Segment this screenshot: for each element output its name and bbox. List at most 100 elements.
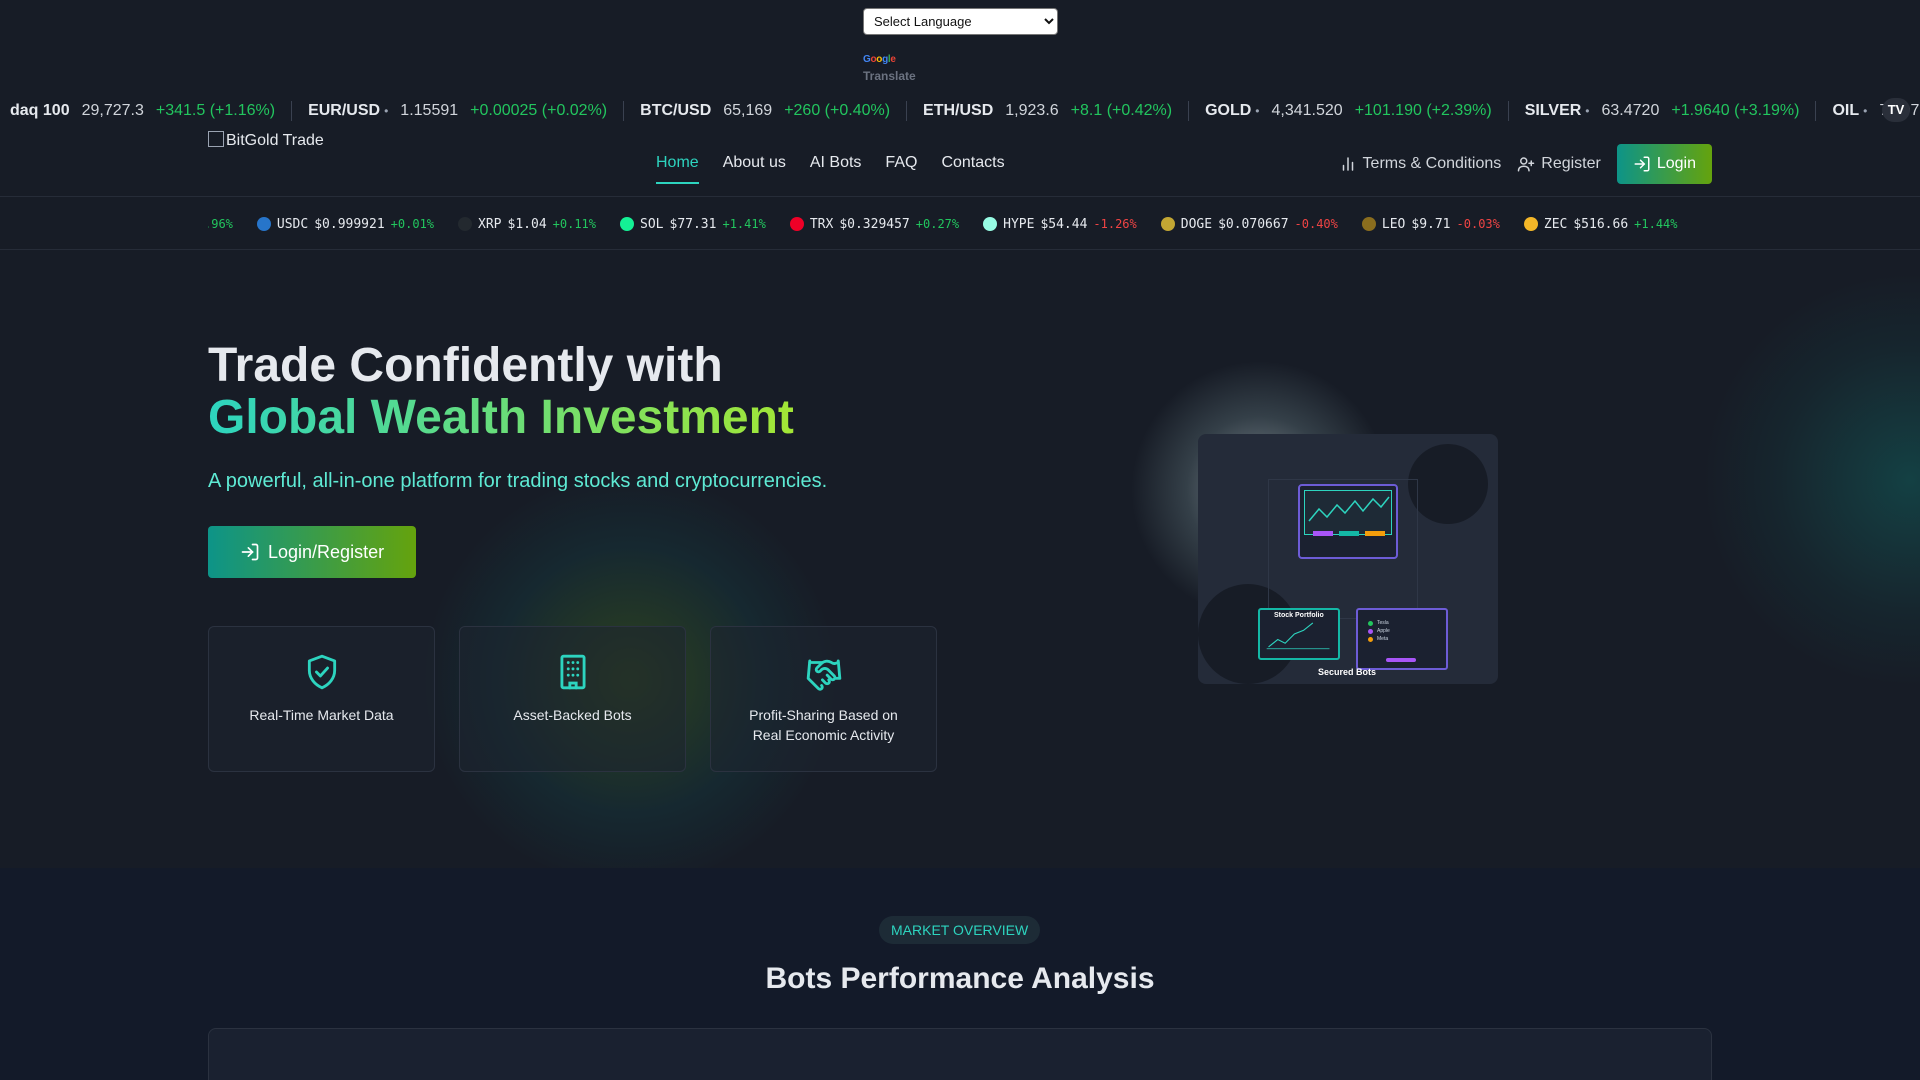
bot-list-row: Meta (1368, 636, 1446, 642)
crypto-symbol: DOGE (1180, 216, 1213, 232)
nav-item-faq[interactable]: FAQ (885, 154, 917, 184)
sol-icon (620, 217, 635, 231)
handshake-icon (806, 659, 841, 691)
nav-item-ai-bots[interactable]: AI Bots (810, 154, 862, 184)
translate-label: Translate (863, 69, 916, 83)
section-title: Bots Performance Analysis (765, 962, 1155, 995)
crypto-ticker-item[interactable]: SOL $77.31 +1.41% (620, 217, 766, 232)
crypto-symbol: USDC (276, 216, 309, 232)
ticker-change: +341.5 (+1.16%) (155, 102, 276, 119)
google-letter: e (890, 54, 896, 65)
crypto-change: +0.01% (390, 217, 435, 231)
nav-item-about-us[interactable]: About us (723, 154, 786, 184)
crypto-symbol: TRX (809, 216, 834, 232)
feature-card-profit-sharing: Profit-Sharing Based on Real Economic Ac… (710, 626, 937, 772)
crypto-ticker-item[interactable]: HYPE $54.44 -1.26% (983, 217, 1137, 232)
crypto-symbol: SOL (640, 216, 664, 232)
leo-icon (1361, 217, 1376, 231)
market-status-dot: • (384, 104, 389, 118)
trx-icon (789, 217, 804, 231)
brand-logo-alt-text: BitGold Trade (226, 132, 324, 149)
crypto-ticker-item[interactable]: USDC $0.999921 +0.01% (256, 216, 435, 232)
feature-label: Profit-Sharing Based on Real Economic Ac… (749, 707, 898, 743)
ticker-symbol: SILVER (1524, 102, 1582, 119)
crypto-change: -0.40% (1294, 217, 1338, 231)
register-link[interactable]: Register (1517, 155, 1601, 173)
ticker-price: 29,727.3 (81, 102, 144, 119)
zec-icon (1523, 217, 1538, 231)
crypto-change: -0.03% (1456, 217, 1500, 231)
crypto-price: $77.31 (669, 216, 717, 232)
ticker-price: 1.15591 (400, 102, 459, 119)
ticker-price: 63.4720 (1601, 102, 1660, 119)
crypto-change: .96% (208, 217, 233, 231)
crypto-change: -1.26% (1093, 217, 1137, 231)
crypto-symbol: ZEC (1543, 216, 1568, 232)
feature-label: Real-Time Market Data (249, 707, 394, 723)
doge-icon (1160, 217, 1175, 231)
decorative-circle (1408, 444, 1488, 524)
ticker-change: +1.9640 (+3.19%) (1671, 102, 1800, 119)
market-status-dot: • (1863, 104, 1868, 118)
hero-illustration: Stock Portfolio Tesla Apple Meta Secured… (1198, 434, 1498, 684)
bot-list-illustration: Tesla Apple Meta (1356, 608, 1448, 670)
status-dot (1368, 620, 1373, 626)
ticker-symbol: EUR/USD (308, 102, 381, 119)
ticker-symbol: GOLD (1205, 102, 1252, 119)
login-icon (1634, 156, 1650, 172)
feature-card-asset-backed: Asset-Backed Bots (459, 626, 686, 772)
crypto-price: $0.329457 (839, 216, 910, 232)
tradingview-logo-icon[interactable]: TV (1882, 98, 1910, 122)
bot-list-row-label: Apple (1377, 628, 1390, 634)
ticker-symbol: ETH/USD (923, 102, 994, 119)
terms-link-label: Terms & Conditions (1362, 155, 1502, 172)
secured-bots-label: Secured Bots (1318, 667, 1377, 677)
login-button[interactable]: Login (1616, 144, 1712, 184)
feature-card-market-data: Real-Time Market Data (208, 626, 435, 772)
hero-title-highlight: Global Wealth Investment (208, 391, 794, 444)
background-glow (1700, 270, 1920, 690)
brand-logo[interactable]: BitGold Trade (208, 131, 324, 150)
ticker-change: +8.1 (+0.42%) (1070, 102, 1173, 119)
stock-portfolio-illustration: Stock Portfolio (1258, 608, 1340, 660)
crypto-change: +0.11% (552, 217, 597, 231)
user-plus-icon (1518, 157, 1535, 172)
crypto-ticker-item[interactable]: TRX $0.329457 +0.27% (789, 216, 959, 232)
ticker-item[interactable]: GOLD • 4,341.520 +101.190 (+2.39%) (1189, 101, 1509, 121)
ticker-item[interactable]: SILVER • 63.4720 +1.9640 (+3.19%) (1509, 101, 1817, 121)
nav-item-home[interactable]: Home (656, 154, 699, 184)
crypto-ticker-item[interactable]: LEO $9.71 -0.03% (1361, 216, 1500, 232)
market-status-dot: • (1585, 104, 1590, 118)
login-register-button[interactable]: Login/Register (208, 526, 417, 578)
header-actions: Terms & Conditions Register Login (1339, 144, 1712, 184)
ticker-item[interactable]: daq 100 29,727.3 +341.5 (+1.16%) (0, 101, 293, 121)
crypto-ticker-item[interactable]: ZEC $516.66 +1.44% (1523, 216, 1678, 232)
feature-label: Asset-Backed Bots (513, 707, 632, 723)
crypto-price: $54.44 (1040, 216, 1088, 232)
usdc-icon (256, 217, 271, 231)
feature-cards: Real-Time Market Data Asset-Backed Bots … (208, 626, 937, 772)
ticker-change: +101.190 (+2.39%) (1354, 102, 1492, 119)
bar-chart-icon (1342, 157, 1353, 171)
ticker-symbol: BTC/USD (640, 102, 712, 119)
crypto-ticker-item[interactable]: DOGE $0.070667 -0.40% (1160, 216, 1338, 232)
ticker-item[interactable]: BTC/USD 65,169 +260 (+0.40%) (624, 101, 908, 121)
terms-link[interactable]: Terms & Conditions (1339, 155, 1502, 173)
legend-bar (1339, 531, 1359, 536)
main-nav: Home About us AI Bots FAQ Contacts (656, 154, 1005, 184)
ticker-item[interactable]: ETH/USD 1,923.6 +8.1 (+0.42%) (907, 101, 1190, 121)
crypto-price: $9.71 (1411, 216, 1451, 232)
language-select[interactable]: Select Language (863, 8, 1058, 35)
ticker-item[interactable]: EUR/USD • 1.15591 +0.00025 (+0.02%) (292, 101, 625, 121)
crypto-ticker-item[interactable]: XRP $1.04 +0.11% (458, 217, 596, 232)
ticker-track: daq 100 29,727.3 +341.5 (+1.16%) EUR/USD • 1.… (0, 94, 1920, 128)
google-logo: Google (863, 54, 896, 65)
hype-icon (983, 217, 998, 231)
crypto-symbol: HYPE (1003, 216, 1035, 232)
ticker-change: +260 (+0.40%) (784, 102, 891, 119)
shield-check-icon (307, 654, 336, 690)
nav-item-contacts[interactable]: Contacts (941, 154, 1004, 184)
crypto-ticker-viewport: .96% USDC $0.999921 +0.01% XRP $1.04 +0.11% SOL… (208, 197, 1712, 249)
crypto-ticker-item[interactable]: .96% (208, 217, 233, 231)
xrp-icon (458, 217, 473, 231)
